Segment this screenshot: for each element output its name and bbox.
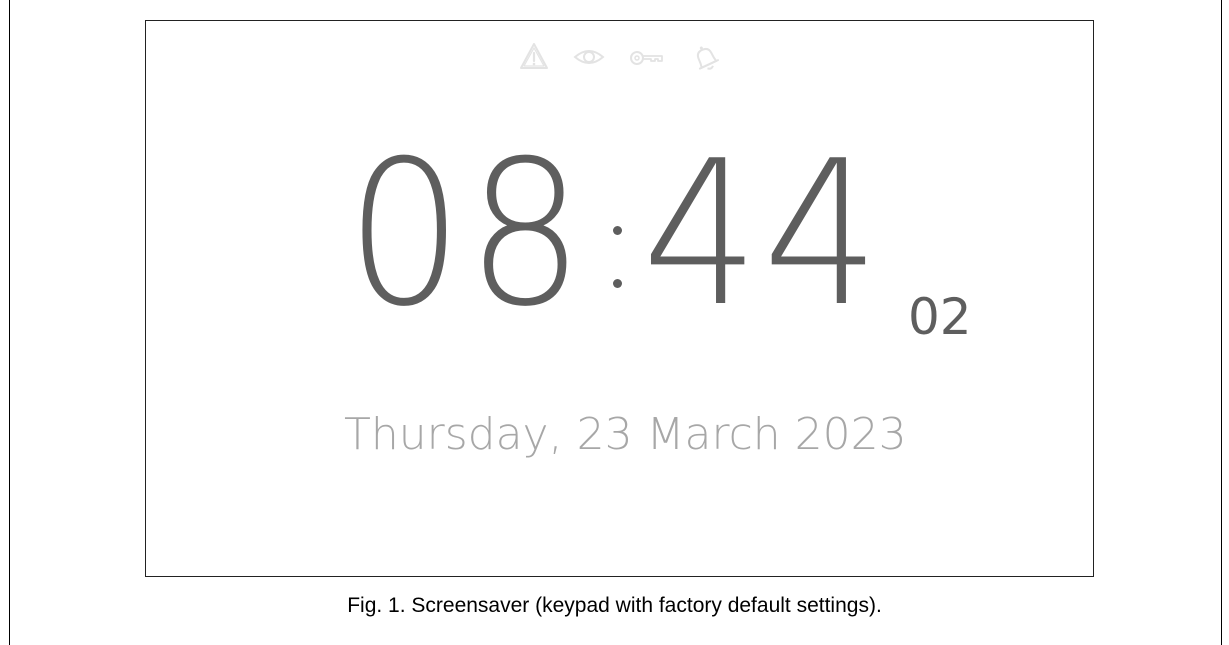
clock-seconds: 02 xyxy=(908,288,972,346)
clock-colon xyxy=(613,226,622,288)
figure-caption: Fig. 1. Screensaver (keypad with factory… xyxy=(347,594,882,617)
date-label: Thursday, 23 March 2023 xyxy=(344,409,907,460)
clock-minutes: 44 xyxy=(642,118,884,351)
clock: 08 44 02 xyxy=(146,21,1095,578)
colon-dot-upper xyxy=(613,226,622,235)
clock-hours: 08 xyxy=(346,118,588,351)
colon-dot-lower xyxy=(613,279,622,288)
keypad-screensaver[interactable]: 08 44 02 Thursday, 23 March 2023 xyxy=(145,20,1094,577)
